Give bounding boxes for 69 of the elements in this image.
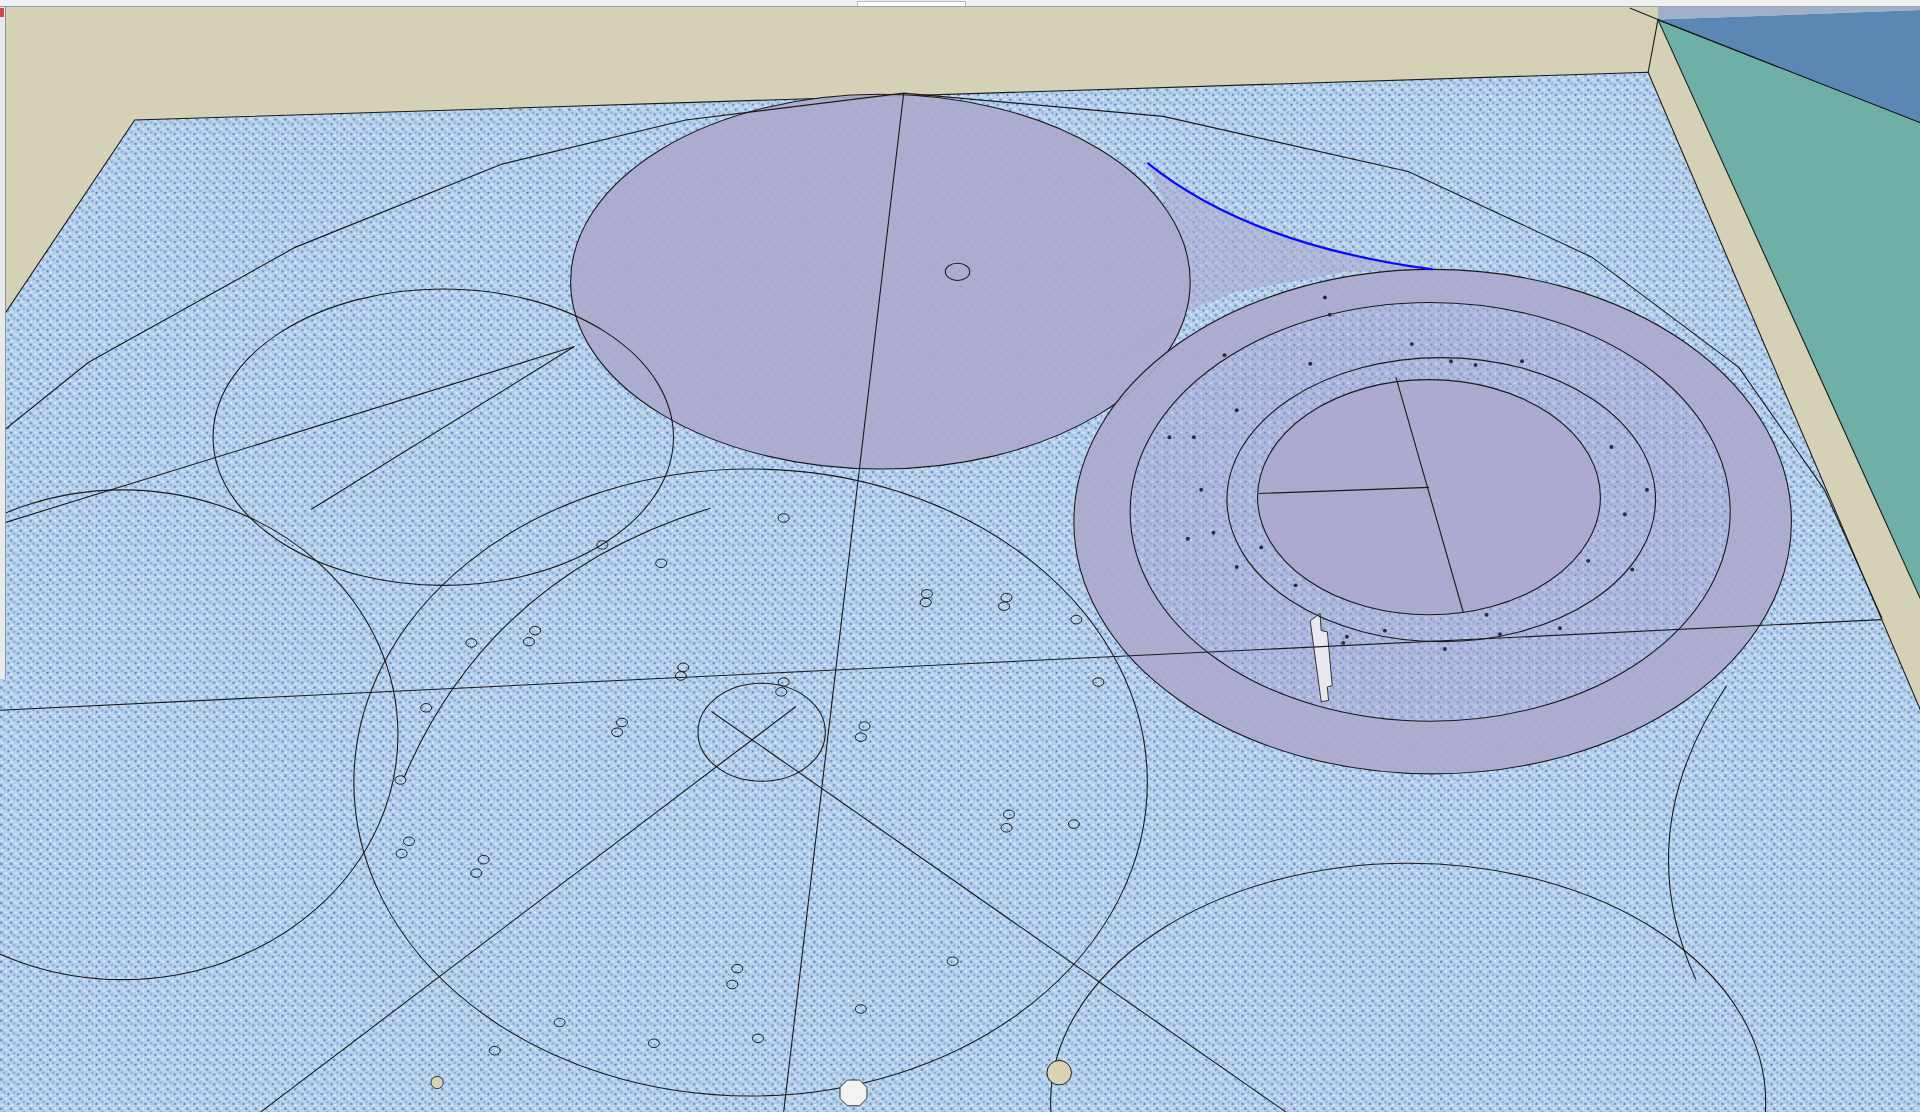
small-circle <box>655 558 668 569</box>
small-circle <box>1067 819 1080 829</box>
small-mark <box>1645 487 1649 492</box>
small-circle <box>854 732 867 742</box>
small-mark <box>1234 408 1239 413</box>
small-circle <box>674 671 687 681</box>
small-mark <box>1191 435 1196 440</box>
small-circle <box>946 956 959 967</box>
small-mark <box>1473 362 1478 367</box>
post-shape <box>1046 1059 1072 1086</box>
small-circle <box>858 721 871 731</box>
small-circle <box>647 1038 660 1049</box>
small-mark <box>1185 536 1190 541</box>
small-mark <box>1382 628 1387 633</box>
small-circle <box>726 979 739 990</box>
small-circle <box>775 687 788 697</box>
small-mark <box>1199 487 1204 492</box>
small-circle <box>470 868 483 878</box>
small-circle <box>1000 823 1013 833</box>
small-mark <box>1409 342 1414 347</box>
small-circle <box>920 589 933 599</box>
small-mark <box>1222 353 1227 358</box>
small-circle <box>553 1017 566 1028</box>
small-mark <box>1322 295 1327 300</box>
panel-tab[interactable] <box>857 1 966 6</box>
small-circle <box>596 540 609 550</box>
small-circle <box>944 262 971 281</box>
small-circle <box>403 836 415 847</box>
small-circle <box>1000 592 1013 603</box>
small-circle <box>395 848 408 859</box>
small-circle <box>529 625 542 636</box>
small-circle <box>1003 809 1015 820</box>
small-circle <box>420 703 433 713</box>
small-circle <box>477 854 490 865</box>
small-mark <box>1234 565 1239 569</box>
small-circle <box>919 597 932 608</box>
small-mark <box>1293 583 1298 588</box>
small-circle <box>611 727 624 738</box>
small-mark <box>1558 626 1562 631</box>
small-mark <box>1520 359 1524 364</box>
small-circle <box>394 775 407 785</box>
small-mark <box>1327 312 1332 317</box>
small-circle <box>465 638 478 648</box>
small-circle <box>616 717 629 728</box>
small-mark <box>1609 445 1614 449</box>
small-mark <box>1167 435 1172 440</box>
small-mark <box>1259 545 1264 550</box>
small-mark <box>1586 558 1591 563</box>
small-mark <box>1484 612 1489 617</box>
marker-icon <box>0 8 4 17</box>
small-circle <box>488 1045 501 1056</box>
small-circle <box>998 601 1011 611</box>
small-mark <box>1449 359 1453 364</box>
post-shape <box>430 1075 444 1090</box>
small-circle <box>523 636 535 647</box>
small-circle <box>731 963 744 974</box>
small-mark <box>1442 647 1447 651</box>
small-mark <box>1622 512 1627 517</box>
small-circle <box>751 1033 764 1044</box>
small-circle <box>677 662 690 673</box>
small-circle <box>1070 614 1083 625</box>
small-mark <box>1498 632 1502 637</box>
small-circle <box>854 1004 867 1014</box>
small-mark <box>1308 361 1313 366</box>
small-circle <box>777 513 790 523</box>
small-mark <box>1630 567 1635 572</box>
small-circle <box>777 677 790 687</box>
small-mark <box>1211 530 1216 535</box>
small-circle <box>1092 677 1105 687</box>
